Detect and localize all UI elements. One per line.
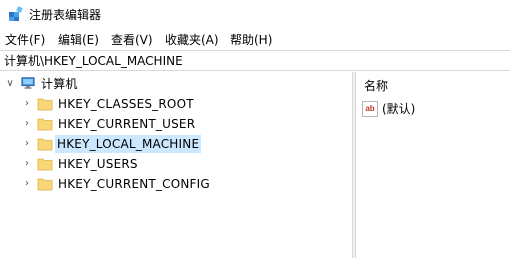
folder-icon (37, 138, 53, 151)
folder-icon (37, 118, 53, 131)
tree-node-label[interactable]: HKEY_CLASSES_ROOT (56, 95, 196, 113)
tree-node-computer[interactable]: ∨ 计算机 (0, 74, 352, 94)
tree-node-label[interactable]: HKEY_CURRENT_CONFIG (56, 175, 212, 193)
menu-help[interactable]: 帮助(H) (228, 31, 274, 49)
expand-chevron-icon[interactable]: › (21, 134, 33, 154)
tree-node-hkey-current-config[interactable]: › HKEY_CURRENT_CONFIG (0, 174, 352, 194)
address-path[interactable]: 计算机\HKEY_LOCAL_MACHINE (4, 53, 183, 69)
expand-chevron-icon[interactable]: › (21, 174, 33, 194)
expand-chevron-icon[interactable]: › (21, 94, 33, 114)
menu-file[interactable]: 文件(F) (3, 31, 47, 49)
computer-icon (21, 77, 35, 89)
tree-pane[interactable]: ∨ 计算机 › HKEY_CLASSES_ROOT › HKEY_CURRENT… (0, 72, 352, 258)
tree-node-label[interactable]: 计算机 (39, 75, 80, 93)
title-bar: 注册表编辑器 (0, 0, 510, 30)
menu-view[interactable]: 查看(V) (109, 31, 155, 49)
folder-icon (37, 158, 53, 171)
tree-node-hkey-current-user[interactable]: › HKEY_CURRENT_USER (0, 114, 352, 134)
address-bar[interactable]: 计算机\HKEY_LOCAL_MACHINE (0, 50, 510, 71)
menu-edit[interactable]: 编辑(E) (56, 31, 101, 49)
tree-node-label[interactable]: HKEY_CURRENT_USER (56, 115, 197, 133)
folder-icon (37, 98, 53, 111)
collapse-chevron-icon[interactable]: ∨ (4, 74, 16, 94)
tree-node-hkey-classes-root[interactable]: › HKEY_CLASSES_ROOT (0, 94, 352, 114)
tree-node-label[interactable]: HKEY_LOCAL_MACHINE (55, 135, 202, 153)
expand-chevron-icon[interactable]: › (21, 114, 33, 134)
window-title: 注册表编辑器 (29, 8, 102, 22)
expand-chevron-icon[interactable]: › (21, 154, 33, 174)
tree-node-hkey-local-machine[interactable]: › HKEY_LOCAL_MACHINE (0, 134, 352, 154)
folder-icon (37, 178, 53, 191)
tree-node-label[interactable]: HKEY_USERS (56, 155, 140, 173)
string-value-icon: ab (362, 101, 378, 117)
menu-bar: 文件(F) 编辑(E) 查看(V) 收藏夹(A) 帮助(H) (0, 30, 510, 50)
regedit-icon (9, 6, 23, 21)
menu-favorites[interactable]: 收藏夹(A) (163, 31, 221, 49)
column-header-name[interactable]: 名称 (364, 78, 388, 94)
value-name[interactable]: (默认) (382, 101, 415, 117)
values-pane[interactable]: 名称 ab (默认) (356, 72, 510, 258)
tree-node-hkey-users[interactable]: › HKEY_USERS (0, 154, 352, 174)
